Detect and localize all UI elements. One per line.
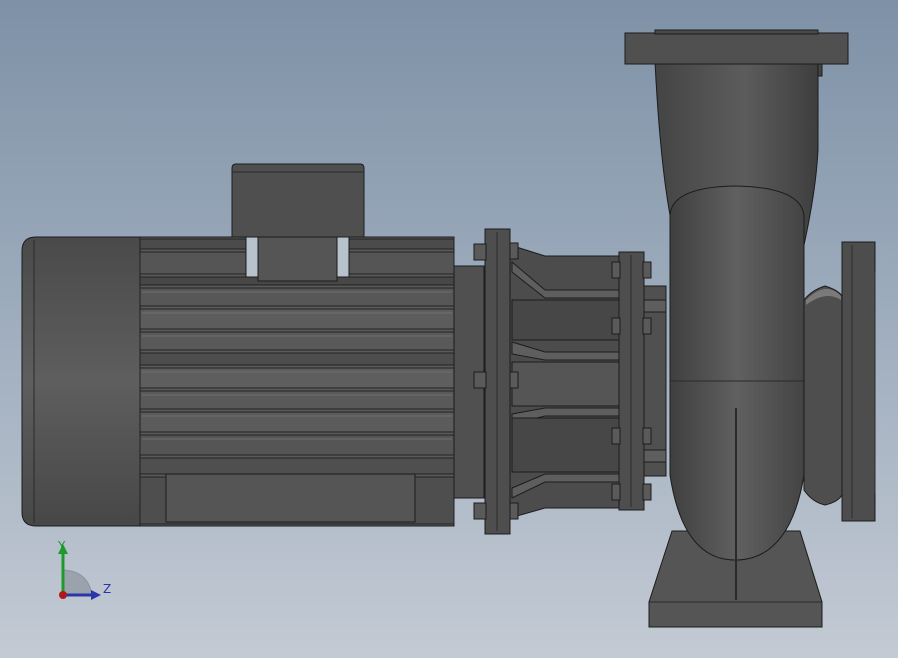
graphics-viewport[interactable]: Y Z <box>0 0 898 658</box>
triad-origin <box>59 591 67 599</box>
motor <box>21 163 485 527</box>
z-axis-label: Z <box>103 582 111 596</box>
y-axis-label: Y <box>57 539 66 553</box>
suction-nozzle <box>803 285 843 506</box>
triad-xy-plane <box>62 569 93 596</box>
orientation-triad: Y Z <box>57 539 111 600</box>
suction-flange <box>841 241 876 522</box>
terminal-box-neck <box>257 236 338 282</box>
pump-model[interactable] <box>0 0 898 658</box>
terminal-box <box>231 163 365 238</box>
motor-end-cap <box>21 236 141 527</box>
bracket-hub <box>643 285 667 477</box>
z-axis-arrow <box>91 590 101 600</box>
motor-foot <box>165 473 416 523</box>
discharge-flange <box>624 32 849 65</box>
